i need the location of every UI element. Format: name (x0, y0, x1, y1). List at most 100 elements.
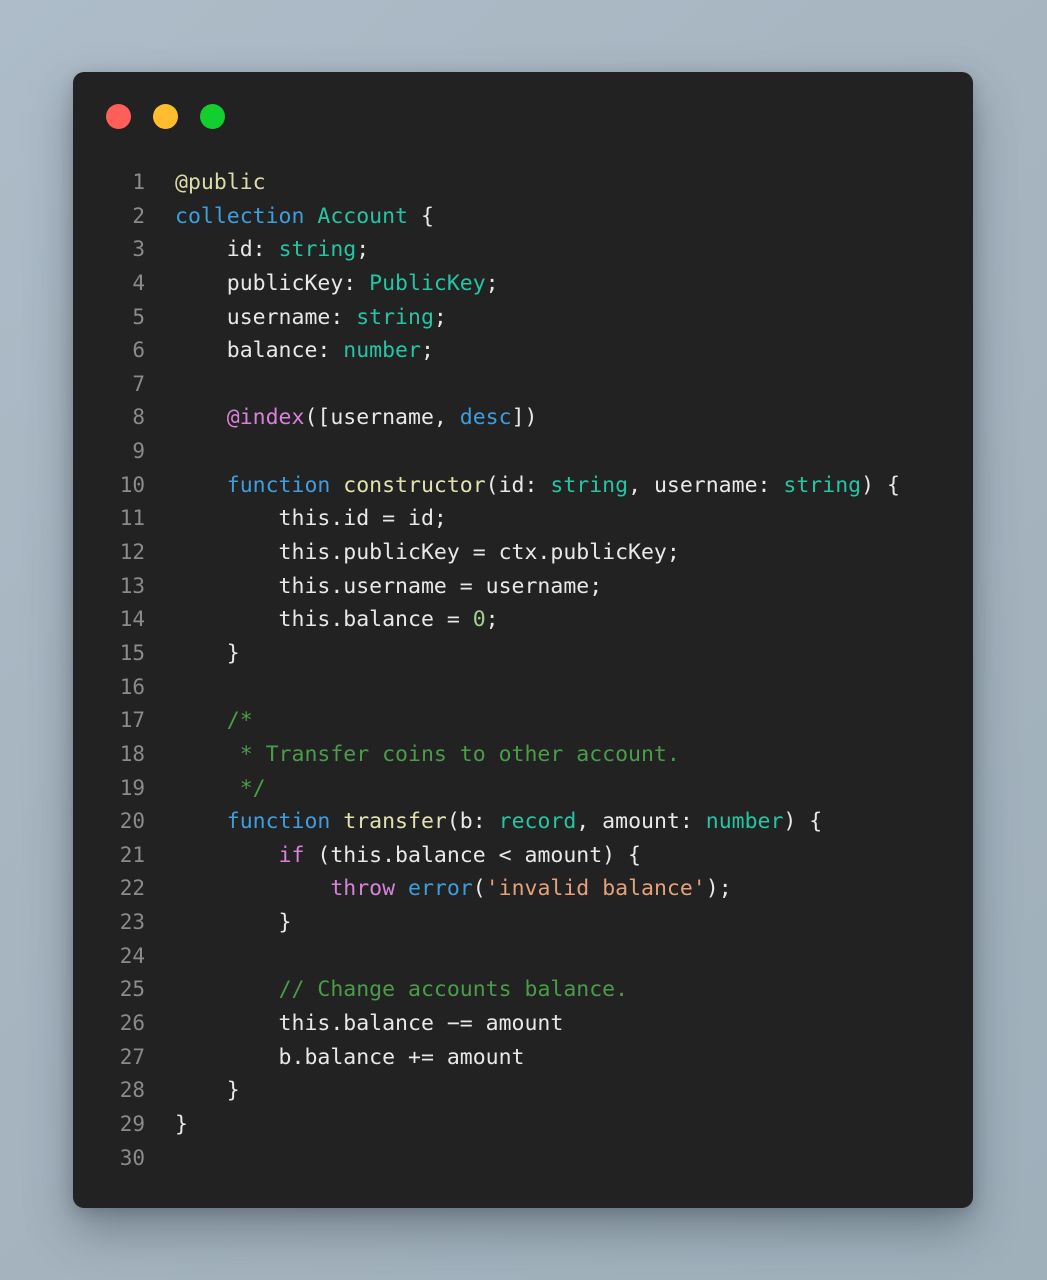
code-token-plain: ); (705, 876, 732, 902)
code-token-type: Account (317, 203, 408, 229)
code-token-plain: this.balance = (175, 607, 473, 633)
code-line[interactable]: 6 balance: number; (73, 334, 973, 368)
line-number: 12 (119, 540, 145, 565)
code-line[interactable]: 13 this.username = username; (73, 570, 973, 604)
code-line-text: this.username = username; (145, 570, 973, 604)
code-line[interactable]: 30 (73, 1142, 973, 1176)
code-line[interactable]: 1 @public (73, 166, 973, 200)
code-line[interactable]: 8 @index([username, desc]) (73, 401, 973, 435)
code-line-text: balance: number; (145, 334, 973, 368)
code-line[interactable]: 14 this.balance = 0; (73, 603, 973, 637)
line-number: 20 (119, 809, 145, 834)
code-token-plain: } (175, 1111, 188, 1137)
code-token-plain: ( (472, 876, 486, 902)
code-line-text: this.balance −= amount (145, 1007, 973, 1041)
close-button[interactable] (106, 103, 131, 129)
code-line-text: publicKey: PublicKey; (145, 267, 973, 301)
code-token-keyword: function (226, 809, 344, 835)
code-line-text: collection Account { (145, 200, 973, 234)
code-token-comment: /* (175, 708, 253, 734)
code-line-text: this.id = id; (145, 502, 973, 536)
line-number: 22 (119, 876, 145, 901)
code-line-text: /* (145, 704, 973, 738)
code-token-plain: ([username, (304, 405, 460, 431)
code-token-decor: @public (175, 170, 266, 195)
code-token-type: number (343, 338, 421, 364)
code-line[interactable]: 22 throw error('invalid balance'); (73, 872, 973, 906)
code-line[interactable]: 19 */ (73, 772, 973, 806)
line-number: 2 (132, 203, 145, 228)
code-line[interactable]: 17 /* (73, 704, 973, 738)
code-token-plain: id: (175, 237, 279, 263)
code-line-text: id: string; (145, 233, 973, 267)
code-token-plain: this.publicKey = ctx.publicKey; (175, 540, 680, 566)
line-number: 7 (132, 371, 145, 396)
code-line[interactable]: 16 (73, 671, 973, 705)
code-line[interactable]: 27 b.balance += amount (73, 1041, 973, 1075)
code-token-type: record (498, 809, 577, 835)
code-line[interactable]: 15 } (73, 637, 973, 671)
code-token-type: string (278, 237, 357, 263)
code-token-string: 'invalid balance' (485, 876, 706, 902)
maximize-button[interactable] (200, 103, 225, 129)
code-token-comment: * Transfer coins to other account. (175, 741, 680, 767)
code-line-text: @public (145, 166, 973, 200)
code-line[interactable]: 29} (73, 1108, 973, 1142)
code-line-text: throw error('invalid balance'); (145, 872, 973, 906)
code-token-plain: ) { (783, 809, 823, 835)
line-number: 9 (132, 439, 145, 464)
code-token-plain: this.id = id; (175, 506, 447, 532)
code-line[interactable]: 11 this.id = id; (73, 502, 973, 536)
code-line[interactable]: 20 function transfer(b: record, amount: … (73, 805, 973, 839)
code-token-type: PublicKey (369, 270, 486, 296)
line-number: 5 (132, 304, 145, 329)
code-line[interactable]: 26 this.balance −= amount (73, 1007, 973, 1041)
code-content-area[interactable]: 1 @public 2 collection Account {3 id: strin… (73, 166, 973, 1208)
code-line[interactable]: 2 collection Account { (73, 200, 973, 234)
code-token-comment: */ (175, 775, 266, 801)
line-number: 8 (132, 405, 145, 430)
code-line-text: @index([username, desc]) (145, 401, 973, 435)
code-line[interactable]: 18 * Transfer coins to other account. (73, 738, 973, 772)
code-token-plain: ; (433, 304, 447, 330)
code-line[interactable]: 12 this.publicKey = ctx.publicKey; (73, 536, 973, 570)
code-line[interactable]: 4 publicKey: PublicKey; (73, 267, 973, 301)
line-number: 18 (119, 741, 145, 766)
line-number: 30 (119, 1145, 145, 1170)
code-line[interactable]: 5 username: string; (73, 301, 973, 335)
code-line[interactable]: 23 } (73, 906, 973, 940)
code-line[interactable]: 3 id: string; (73, 233, 973, 267)
code-line[interactable]: 21 if (this.balance < amount) { (73, 839, 973, 873)
code-line[interactable]: 28 } (73, 1074, 973, 1108)
code-line[interactable]: 24 (73, 940, 973, 974)
code-token-plain: ) { (861, 472, 900, 498)
code-line[interactable]: 7 (73, 368, 973, 402)
screenshot-stage: 1 @public 2 collection Account {3 id: strin… (0, 0, 1047, 1280)
code-line[interactable]: 10 function constructor(id: string, user… (73, 469, 973, 503)
line-number: 16 (119, 674, 145, 699)
code-token-ctrl: throw (330, 876, 409, 902)
line-number: 10 (119, 472, 145, 497)
code-token-plain: (id: (485, 472, 551, 498)
code-token-type: string (356, 304, 434, 330)
code-token-func: transfer (343, 809, 447, 835)
line-number: 17 (119, 708, 145, 733)
code-editor-window: 1 @public 2 collection Account {3 id: strin… (73, 72, 973, 1208)
minimize-button[interactable] (153, 103, 178, 129)
code-line[interactable]: 25 // Change accounts balance. (73, 973, 973, 1007)
line-number: 19 (119, 775, 145, 800)
line-number: 23 (119, 910, 145, 935)
code-line-text: username: string; (145, 301, 973, 335)
code-line-text: // Change accounts balance. (145, 973, 973, 1007)
code-line-text: function transfer(b: record, amount: num… (145, 805, 973, 839)
code-line[interactable]: 9 (73, 435, 973, 469)
line-number: 28 (119, 1078, 145, 1103)
